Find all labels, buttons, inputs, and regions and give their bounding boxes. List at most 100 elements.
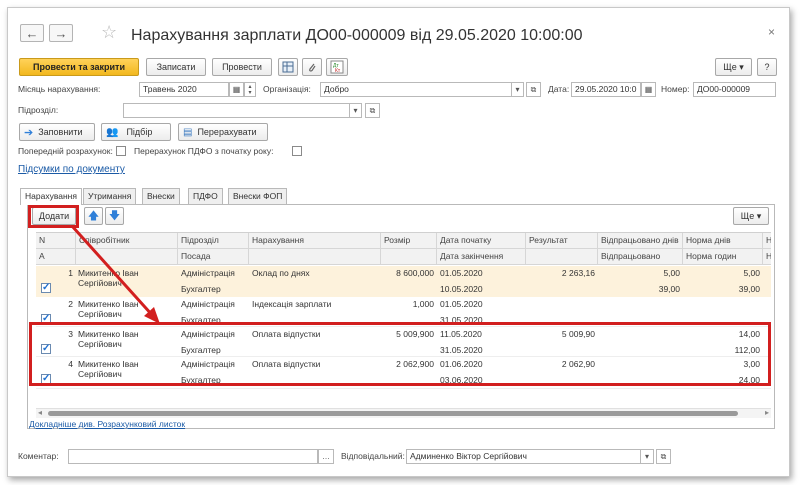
col-header-n[interactable]: N [36,233,76,249]
responsible-open-button[interactable]: ⧉ [656,449,671,464]
col-header-norm-hours[interactable]: Норма годин [683,249,763,265]
date-field[interactable]: 29.05.2020 10:0 [571,82,641,97]
tab-deductions[interactable]: Утримання [83,188,137,204]
fill-button[interactable]: ➔ Заповнити [19,123,95,141]
help-button[interactable]: ? [757,58,777,76]
col-header-employee[interactable]: Співробітник [76,233,178,249]
table-row[interactable]: 1 ✓ Микитенко Іван Сергійович Адміністра… [36,266,771,297]
tab-accruals[interactable]: Нарахування [20,188,82,205]
people-icon: 👥 [106,126,119,138]
position-cell[interactable]: Бухгалтер [181,284,221,294]
col-header-norm-days[interactable]: Норма днів [683,233,763,249]
forward-button[interactable]: → [49,24,73,42]
row-number: 1 [68,268,73,278]
document-window: ← → ☆ Нарахування зарплати ДО00-000009 в… [7,7,790,477]
scrollbar-thumb[interactable] [48,411,738,416]
dt-kt-icon: ДтКт [330,60,344,74]
scroll-right-icon[interactable]: ▸ [765,408,769,417]
calendar-button[interactable]: ▦ [229,82,244,97]
row-checkbox[interactable]: ✓ [41,283,51,293]
more-button[interactable]: Ще ▾ [715,58,752,76]
start-date-cell[interactable]: 01.05.2020 [440,299,483,309]
accrual-cell[interactable]: Оклад по днях [252,268,310,278]
move-down-button[interactable]: 🡇 [105,207,124,225]
size-cell[interactable]: 1,000 [381,299,434,309]
payslip-link[interactable]: Докладніше див. Розрахунковий листок [29,419,185,429]
department-open-button[interactable]: ⧉ [365,103,380,118]
col-header-extra[interactable]: Н [763,233,771,249]
comment-field[interactable] [68,449,318,464]
month-field[interactable]: Травень 2020 [139,82,229,97]
move-up-button[interactable]: 🡅 [84,207,103,225]
col-header-department[interactable]: Підрозділ [178,233,249,249]
organization-open-button[interactable]: ⧉ [526,82,541,97]
col-header-start-date[interactable]: Дата початку [437,233,526,249]
responsible-dropdown[interactable]: ▾ [640,449,654,464]
department-cell[interactable]: Адміністрація [181,299,235,309]
summary-link[interactable]: Підсумки по документу [18,164,125,175]
date-calendar-button[interactable]: ▦ [641,82,656,97]
employee-cell[interactable]: Микитенко Іван Сергійович [78,299,176,319]
responsible-field[interactable]: Админенко Віктор Сергійович [406,449,654,464]
col-header-worked-days[interactable]: Відпрацьовано днів [598,233,683,249]
chevron-down-icon: ▾ [644,452,649,461]
fill-arrow-icon: ➔ [24,126,34,139]
norm-hours-cell[interactable]: 39,00 [683,284,760,294]
back-arrow-icon: ← [25,25,39,41]
col-header-end-date[interactable]: Дата закінчення [437,249,526,265]
organization-field[interactable]: Добро [320,82,523,97]
horizontal-scrollbar[interactable]: ◂ ▸ [36,408,771,418]
col-header-extra[interactable]: Н [763,249,771,265]
post-button[interactable]: Провести [212,58,272,76]
post-and-close-button[interactable]: Провести та закрити [19,58,139,76]
month-stepper[interactable]: ▴ ▾ [244,82,256,97]
col-header-blank [381,249,437,265]
arrow-down-icon: 🡇 [108,209,121,222]
department-cell[interactable]: Адміністрація [181,268,235,278]
col-header-accrual[interactable]: Нарахування [249,233,381,249]
comment-expand-button[interactable]: … [318,449,334,464]
result-cell[interactable]: 2 263,16 [526,268,595,278]
worked-days-cell[interactable]: 5,00 [598,268,680,278]
employee-cell[interactable]: Микитенко Іван Сергійович [78,268,176,288]
select-button[interactable]: 👥 Підбір [101,123,171,141]
save-button[interactable]: Записати [146,58,206,76]
end-date-cell[interactable]: 10.05.2020 [440,284,483,294]
col-header-worked-hours[interactable]: Відпрацьовано [598,249,683,265]
open-link-icon: ⧉ [369,105,376,115]
tab-pdfo[interactable]: ПДФО [188,188,223,204]
grid-more-button[interactable]: Ще ▾ [733,207,769,225]
accrual-cell[interactable]: Індексація зарплати [252,299,331,309]
start-date-cell[interactable]: 01.05.2020 [440,268,483,278]
tab-fop-contributions[interactable]: Внески ФОП [228,188,288,204]
organization-dropdown[interactable]: ▾ [511,82,524,97]
department-dropdown[interactable]: ▾ [349,103,362,118]
col-header-result[interactable]: Результат [526,233,598,249]
rows-highlight [29,322,771,386]
preliminary-calc-label: Попередній розрахунок: [18,146,113,156]
tab-contributions[interactable]: Внески [142,188,180,204]
print-form-button[interactable] [278,58,298,76]
department-label: Підрозділ: [18,105,59,115]
fill-button-label: Заповнити [38,127,83,137]
debit-credit-button[interactable]: Дт Кт [326,58,348,76]
number-field[interactable]: ДО00-000009 [693,82,776,97]
favorite-star-icon[interactable]: ☆ [101,22,117,43]
col-header-position[interactable]: Посада [178,249,249,265]
close-icon[interactable]: × [768,25,775,39]
recalc-pdfo-checkbox[interactable] [292,146,302,156]
norm-days-cell[interactable]: 5,00 [683,268,760,278]
department-field[interactable] [123,103,361,118]
recalculate-button[interactable]: ▤ Перерахувати [178,123,268,141]
preliminary-calc-checkbox[interactable] [116,146,126,156]
col-header-a[interactable]: А [36,249,76,265]
back-button[interactable]: ← [20,24,44,42]
row-number: 2 [68,299,73,309]
attach-button[interactable] [302,58,322,76]
col-header-size[interactable]: Розмір [381,233,437,249]
worked-hours-cell[interactable]: 39,00 [598,284,680,294]
chevron-down-icon: ▾ [515,85,520,94]
scroll-left-icon[interactable]: ◂ [38,408,42,417]
size-cell[interactable]: 8 600,000 [381,268,434,278]
col-header-blank [249,249,381,265]
